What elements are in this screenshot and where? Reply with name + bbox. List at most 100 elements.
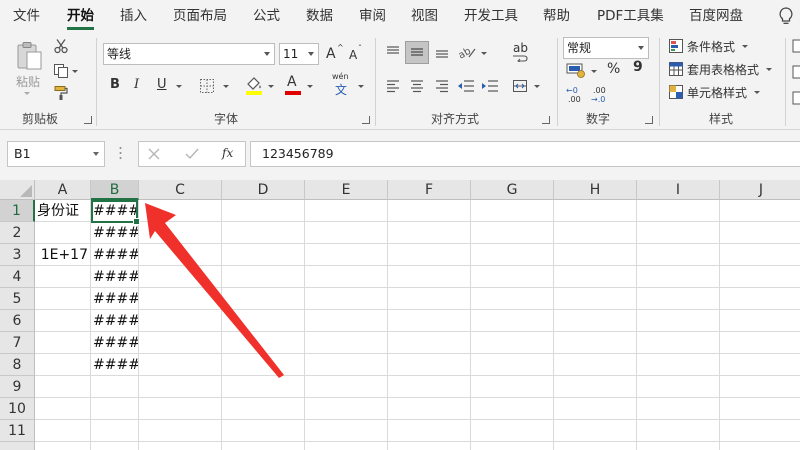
cell-e5[interactable]	[305, 288, 388, 310]
cell-styles-chevron[interactable]	[754, 91, 760, 94]
row-header-5[interactable]: 5	[0, 288, 35, 310]
cell-j11[interactable]	[720, 420, 800, 442]
cell-j2[interactable]	[720, 222, 800, 244]
cell-b11[interactable]	[91, 420, 139, 442]
cell-a9[interactable]	[35, 376, 91, 398]
cell-b3[interactable]: ####	[91, 244, 139, 266]
tab-help[interactable]: 帮助	[543, 0, 570, 32]
cell-h2[interactable]	[554, 222, 637, 244]
tab-developer[interactable]: 开发工具	[464, 0, 518, 32]
decrease-indent-icon[interactable]	[457, 78, 475, 94]
cell-g8[interactable]	[471, 354, 554, 376]
cell-f1[interactable]	[388, 200, 471, 222]
font-color-button[interactable]: A	[287, 74, 297, 90]
name-box[interactable]: B1	[7, 141, 105, 167]
merge-dropdown-chevron[interactable]	[534, 85, 540, 88]
align-middle-icon[interactable]	[409, 44, 425, 60]
cell-a2[interactable]	[35, 222, 91, 244]
orientation-icon[interactable]: ab	[457, 43, 477, 61]
cell-i11[interactable]	[637, 420, 720, 442]
cell-c12[interactable]	[139, 442, 222, 450]
cell-f8[interactable]	[388, 354, 471, 376]
cell-i2[interactable]	[637, 222, 720, 244]
cell-d9[interactable]	[222, 376, 305, 398]
cell-b12[interactable]	[91, 442, 139, 450]
bold-button[interactable]: B	[110, 77, 120, 92]
conditional-formatting-chevron[interactable]	[742, 45, 748, 48]
cell-h10[interactable]	[554, 398, 637, 420]
align-center-icon[interactable]	[409, 78, 425, 94]
cell-g6[interactable]	[471, 310, 554, 332]
tab-file[interactable]: 文件	[13, 0, 40, 32]
decrease-font-size-button[interactable]: A	[349, 48, 357, 62]
cell-e2[interactable]	[305, 222, 388, 244]
cell-a12[interactable]	[35, 442, 91, 450]
row-header-4[interactable]: 4	[0, 266, 35, 288]
number-format-dropdown[interactable]: 常规	[563, 37, 649, 59]
cell-g1[interactable]	[471, 200, 554, 222]
cell-j12[interactable]	[720, 442, 800, 450]
paste-dropdown-chevron[interactable]	[24, 92, 30, 95]
accounting-dropdown-chevron[interactable]	[591, 70, 597, 73]
cell-j9[interactable]	[720, 376, 800, 398]
comma-style-button[interactable]: 9	[633, 59, 643, 75]
conditional-formatting-button[interactable]: 条件格式	[687, 38, 735, 55]
phonetic-dropdown-chevron[interactable]	[358, 85, 364, 88]
cell-d8[interactable]	[222, 354, 305, 376]
fill-color-bucket-icon[interactable]	[245, 75, 263, 95]
tab-view[interactable]: 视图	[411, 0, 438, 32]
tab-baidu-netdisk[interactable]: 百度网盘	[689, 0, 743, 32]
cell-f2[interactable]	[388, 222, 471, 244]
cell-e12[interactable]	[305, 442, 388, 450]
tab-page-layout[interactable]: 页面布局	[173, 0, 227, 32]
increase-font-size-button[interactable]: A	[326, 46, 336, 62]
borders-icon[interactable]	[199, 78, 215, 94]
align-top-icon[interactable]	[385, 44, 401, 60]
cell-a5[interactable]	[35, 288, 91, 310]
percent-style-button[interactable]: %	[607, 61, 620, 77]
cell-g4[interactable]	[471, 266, 554, 288]
cell-g11[interactable]	[471, 420, 554, 442]
column-header-e[interactable]: E	[305, 180, 388, 200]
clipboard-dialog-launcher[interactable]	[84, 116, 92, 124]
cell-f7[interactable]	[388, 332, 471, 354]
select-all-corner[interactable]	[0, 180, 35, 200]
cell-f5[interactable]	[388, 288, 471, 310]
font-name-dropdown[interactable]: 等线	[103, 43, 275, 65]
borders-dropdown-chevron[interactable]	[223, 85, 229, 88]
cell-f10[interactable]	[388, 398, 471, 420]
row-header-11[interactable]: 11	[0, 420, 35, 442]
accounting-format-icon[interactable]	[566, 62, 586, 78]
cell-h4[interactable]	[554, 266, 637, 288]
cell-i3[interactable]	[637, 244, 720, 266]
cell-g9[interactable]	[471, 376, 554, 398]
cell-e10[interactable]	[305, 398, 388, 420]
cell-i7[interactable]	[637, 332, 720, 354]
cell-g7[interactable]	[471, 332, 554, 354]
cell-i12[interactable]	[637, 442, 720, 450]
cell-c9[interactable]	[139, 376, 222, 398]
cell-d11[interactable]	[222, 420, 305, 442]
formula-bar-grip-icon[interactable]	[119, 145, 122, 161]
cell-c8[interactable]	[139, 354, 222, 376]
phonetic-guide-pinyin[interactable]: wén	[332, 72, 349, 81]
cell-g3[interactable]	[471, 244, 554, 266]
cell-d5[interactable]	[222, 288, 305, 310]
cell-d1[interactable]	[222, 200, 305, 222]
cell-c1[interactable]	[139, 200, 222, 222]
cell-b7[interactable]: ####	[91, 332, 139, 354]
cell-j5[interactable]	[720, 288, 800, 310]
cell-j1[interactable]	[720, 200, 800, 222]
row-header-8[interactable]: 8	[0, 354, 35, 376]
format-as-table-icon[interactable]	[668, 61, 684, 77]
cell-c5[interactable]	[139, 288, 222, 310]
cell-a11[interactable]	[35, 420, 91, 442]
cell-a7[interactable]	[35, 332, 91, 354]
cell-c11[interactable]	[139, 420, 222, 442]
decrease-decimal-button[interactable]: →.0	[591, 95, 605, 104]
cell-d12[interactable]	[222, 442, 305, 450]
enter-check-icon[interactable]	[185, 148, 199, 160]
format-as-table-chevron[interactable]	[766, 68, 772, 71]
cell-j8[interactable]	[720, 354, 800, 376]
cell-f6[interactable]	[388, 310, 471, 332]
